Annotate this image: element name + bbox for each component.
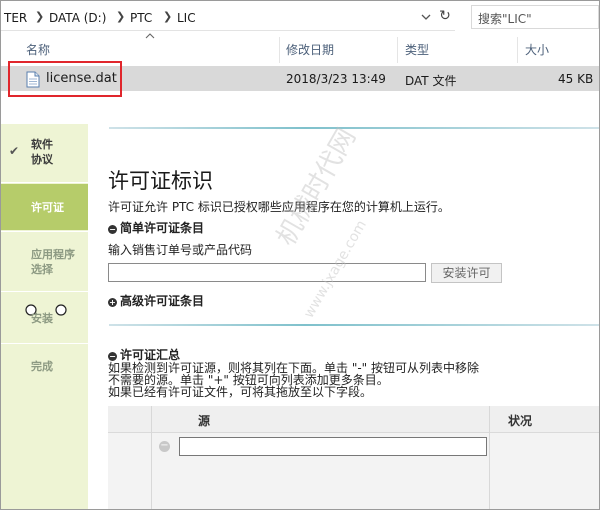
step-label: 软件 协议: [31, 138, 53, 166]
breadcrumb-drive[interactable]: DATA (D:): [49, 11, 106, 25]
file-modified: 2018/3/23 13:49: [286, 72, 386, 86]
chevron-right-icon[interactable]: ❯: [116, 10, 125, 23]
license-summary-heading: 许可证汇总: [120, 348, 181, 362]
expand-icon[interactable]: +: [108, 298, 117, 307]
summary-line: 如果已经有许可证文件，可将其拖放至以下字段。: [108, 385, 373, 399]
simple-license-heading: 简单许可证条目: [120, 221, 205, 235]
table-header-source: 源: [198, 414, 211, 428]
step-divider: [1, 182, 88, 183]
sort-ascending-icon: [145, 33, 155, 39]
column-divider[interactable]: [279, 37, 280, 63]
divider: [109, 324, 599, 326]
file-size: 45 KB: [558, 72, 594, 86]
screenshot-frame: TER ❯ DATA (D:) ❯ PTC ❯ LIC ↻ 搜索"LIC" 名称…: [0, 0, 600, 510]
column-divider[interactable]: [397, 37, 398, 63]
step-app-selection[interactable]: 应用程序 选择: [1, 241, 88, 286]
table-divider: [151, 406, 152, 509]
checkmark-icon: ✔: [9, 144, 20, 158]
chevron-right-icon[interactable]: ❯: [163, 10, 172, 23]
column-header-size[interactable]: 大小: [525, 41, 549, 58]
page-title: 许可证标识: [108, 169, 213, 193]
step-license[interactable]: 许可证: [1, 184, 88, 230]
step-finish[interactable]: 完成: [1, 356, 88, 396]
step-label: 完成: [31, 360, 53, 373]
column-header-modified[interactable]: 修改日期: [286, 41, 334, 58]
remove-source-icon[interactable]: −: [159, 441, 170, 452]
column-divider[interactable]: [517, 37, 518, 63]
license-source-input[interactable]: [179, 437, 487, 456]
breadcrumb-lic[interactable]: LIC: [177, 11, 196, 25]
search-input[interactable]: 搜索"LIC": [471, 5, 599, 29]
address-bar[interactable]: TER ❯ DATA (D:) ❯ PTC ❯ LIC ↻: [1, 3, 455, 31]
chevron-right-icon[interactable]: ❯: [35, 10, 44, 23]
license-source-table: 源 状况 −: [108, 406, 599, 509]
breadcrumb-computer[interactable]: TER: [4, 11, 27, 25]
table-divider: [489, 406, 490, 509]
breadcrumb-ptc[interactable]: PTC: [130, 11, 152, 25]
column-header-name[interactable]: 名称: [26, 41, 50, 58]
refresh-icon[interactable]: ↻: [437, 8, 453, 24]
order-number-label: 输入销售订单号或产品代码: [108, 243, 253, 257]
step-label: 应用程序 选择: [31, 248, 75, 276]
chevron-down-icon[interactable]: [419, 10, 433, 24]
file-type: DAT 文件: [405, 74, 457, 88]
step-software-agreement[interactable]: ✔ 软件 协议: [1, 124, 88, 181]
step-label: 许可证: [31, 201, 64, 214]
install-license-button[interactable]: 安装许可: [431, 263, 502, 283]
collapse-icon[interactable]: −: [108, 352, 117, 361]
step-label: 安装: [31, 312, 53, 325]
step-divider: [1, 231, 88, 232]
step-divider: [1, 343, 88, 344]
simple-license-section-toggle[interactable]: − 简单许可证条目: [108, 219, 204, 236]
column-header-type[interactable]: 类型: [405, 41, 429, 58]
collapse-icon[interactable]: −: [108, 225, 117, 234]
advanced-license-heading: 高级许可证条目: [120, 294, 205, 308]
table-header-status: 状况: [508, 414, 533, 428]
step-divider: [1, 291, 88, 292]
order-number-input[interactable]: [108, 263, 426, 282]
highlight-box: [8, 61, 122, 97]
divider: [109, 127, 599, 129]
step-install[interactable]: 安装: [1, 301, 88, 341]
advanced-license-section-toggle[interactable]: + 高级许可证条目: [108, 292, 204, 309]
